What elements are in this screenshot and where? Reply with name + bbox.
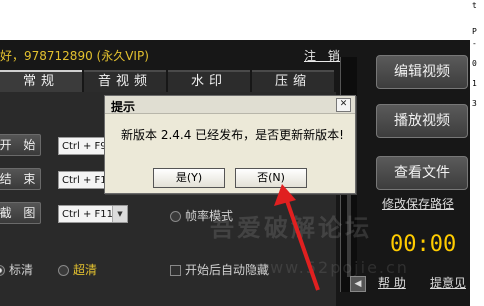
arrow-head	[274, 184, 296, 206]
radio-icon[interactable]	[58, 265, 69, 276]
quality-standard-label: 标清	[9, 263, 34, 277]
edge-fragment: 0	[472, 59, 477, 68]
tab-general[interactable]: 常规	[0, 70, 82, 92]
red-arrow-annotation	[274, 184, 320, 291]
edge-fragment: t	[472, 1, 477, 10]
checkbox-icon[interactable]	[170, 265, 181, 276]
feedback-link[interactable]: 提意见	[430, 274, 466, 291]
edge-fragment: -	[472, 39, 477, 48]
edge-fragment: 3	[472, 99, 477, 108]
view-files-button[interactable]: 查看文件	[376, 156, 468, 190]
top-background-strip	[0, 0, 484, 40]
screenshot-hotkey-field[interactable]: Ctrl + F11 ▼	[58, 205, 128, 223]
dialog-message: 新版本 2.4.4 已经发布，是否更新新版本!	[121, 128, 344, 142]
screenshot-button[interactable]: 截 图	[0, 202, 41, 224]
stop-record-button[interactable]: 结 束	[0, 168, 41, 190]
dialog-titlebar[interactable]: 提示 ✕	[105, 96, 355, 114]
record-timer: 00:00	[390, 232, 457, 257]
edit-video-button[interactable]: 编辑视频	[376, 55, 468, 89]
speaker-icon[interactable]: ◀	[350, 276, 366, 292]
radio-icon[interactable]	[170, 211, 181, 222]
dialog-title: 提示	[111, 100, 136, 114]
yes-button[interactable]: 是(Y)	[153, 168, 225, 188]
modify-save-path-link[interactable]: 修改保存路径	[382, 195, 454, 212]
screenshot-hotkey-value: Ctrl + F11	[62, 209, 114, 220]
edge-fragment: 1	[472, 79, 477, 88]
edge-fragment: P	[472, 27, 477, 36]
quality-standard-option[interactable]: 标清	[0, 261, 33, 278]
start-record-button[interactable]: 开 始	[0, 134, 41, 156]
user-status-text: 好，978712890 (永久VIP)	[0, 49, 149, 63]
tab-watermark[interactable]: 水印	[168, 70, 250, 92]
tab-audio-video[interactable]: 音视频	[84, 70, 166, 92]
chevron-down-icon[interactable]: ▼	[112, 206, 127, 222]
radio-selected-icon[interactable]	[0, 265, 5, 276]
play-video-button[interactable]: 播放视频	[376, 104, 468, 138]
close-icon[interactable]: ✕	[336, 98, 351, 112]
tab-bar: 常规 音视频 水印 压缩	[0, 70, 336, 92]
start-hotkey-value: Ctrl + F9	[62, 141, 107, 152]
quality-super-option[interactable]: 超清	[58, 261, 97, 278]
tab-compress[interactable]: 压缩	[252, 70, 334, 92]
arrow-shaft	[284, 197, 320, 291]
logout-link[interactable]: 注 销	[304, 47, 344, 64]
quality-super-label: 超清	[73, 263, 98, 277]
